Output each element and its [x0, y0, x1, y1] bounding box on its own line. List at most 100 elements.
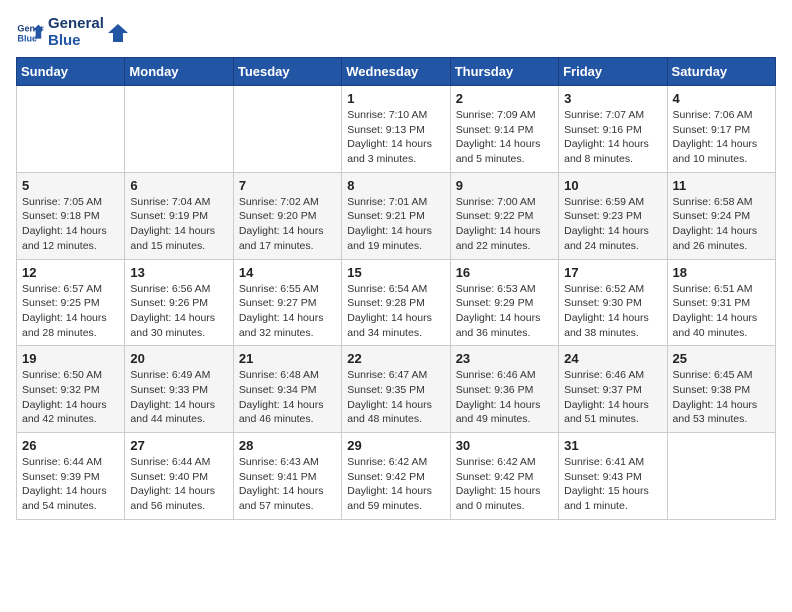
calendar-cell: 27 Sunrise: 6:44 AM Sunset: 9:40 PM Dayli…	[125, 433, 233, 520]
calendar-table: SundayMondayTuesdayWednesdayThursdayFrid…	[16, 57, 776, 520]
weekday-header-sunday: Sunday	[17, 58, 125, 86]
day-number: 19	[22, 351, 119, 366]
day-info: Sunrise: 6:51 AM Sunset: 9:31 PM Dayligh…	[673, 282, 770, 341]
calendar-cell: 10 Sunrise: 6:59 AM Sunset: 9:23 PM Dayli…	[559, 172, 667, 259]
calendar-cell: 23Sunrise: 6:46 AM Sunset: 9:36 PM Dayli…	[450, 346, 558, 433]
day-info: Sunrise: 6:59 AM Sunset: 9:23 PM Dayligh…	[564, 195, 661, 254]
calendar-week-row: 5Sunrise: 7:05 AM Sunset: 9:18 PM Daylig…	[17, 172, 776, 259]
calendar-cell: 25Sunrise: 6:45 AM Sunset: 9:38 PM Dayli…	[667, 346, 775, 433]
calendar-cell: 20 Sunrise: 6:49 AM Sunset: 9:33 PM Dayli…	[125, 346, 233, 433]
day-info: Sunrise: 6:42 AM Sunset: 9:42 PM Dayligh…	[456, 455, 553, 514]
calendar-cell: 9 Sunrise: 7:00 AM Sunset: 9:22 PM Daylig…	[450, 172, 558, 259]
day-info: Sunrise: 6:44 AM Sunset: 9:40 PM Dayligh…	[130, 455, 227, 514]
day-info: Sunrise: 7:01 AM Sunset: 9:21 PM Dayligh…	[347, 195, 444, 254]
day-info: Sunrise: 6:44 AM Sunset: 9:39 PM Dayligh…	[22, 455, 119, 514]
calendar-cell	[17, 86, 125, 173]
weekday-header-saturday: Saturday	[667, 58, 775, 86]
calendar-week-row: 26 Sunrise: 6:44 AM Sunset: 9:39 PM Dayli…	[17, 433, 776, 520]
day-info: Sunrise: 6:52 AM Sunset: 9:30 PM Dayligh…	[564, 282, 661, 341]
day-info: Sunrise: 6:48 AM Sunset: 9:34 PM Dayligh…	[239, 368, 336, 427]
calendar-cell: 13 Sunrise: 6:56 AM Sunset: 9:26 PM Dayli…	[125, 259, 233, 346]
calendar-cell: 5Sunrise: 7:05 AM Sunset: 9:18 PM Daylig…	[17, 172, 125, 259]
calendar-cell	[667, 433, 775, 520]
day-info: Sunrise: 7:00 AM Sunset: 9:22 PM Dayligh…	[456, 195, 553, 254]
day-number: 20	[130, 351, 227, 366]
day-number: 1	[347, 91, 444, 106]
calendar-cell: 31 Sunrise: 6:41 AM Sunset: 9:43 PM Dayli…	[559, 433, 667, 520]
svg-text:Blue: Blue	[17, 33, 37, 43]
day-number: 18	[673, 265, 770, 280]
day-number: 6	[130, 178, 227, 193]
calendar-cell: 12 Sunrise: 6:57 AM Sunset: 9:25 PM Dayli…	[17, 259, 125, 346]
logo-arrow-icon	[108, 22, 130, 44]
day-number: 17	[564, 265, 661, 280]
day-info: Sunrise: 6:45 AM Sunset: 9:38 PM Dayligh…	[673, 368, 770, 427]
calendar-cell: 18 Sunrise: 6:51 AM Sunset: 9:31 PM Dayli…	[667, 259, 775, 346]
day-info: Sunrise: 6:46 AM Sunset: 9:37 PM Dayligh…	[564, 368, 661, 427]
day-info: Sunrise: 6:58 AM Sunset: 9:24 PM Dayligh…	[673, 195, 770, 254]
day-info: Sunrise: 7:10 AM Sunset: 9:13 PM Dayligh…	[347, 108, 444, 167]
day-info: Sunrise: 6:50 AM Sunset: 9:32 PM Dayligh…	[22, 368, 119, 427]
day-number: 9	[456, 178, 553, 193]
day-number: 12	[22, 265, 119, 280]
calendar-cell: 28 Sunrise: 6:43 AM Sunset: 9:41 PM Dayli…	[233, 433, 341, 520]
day-number: 28	[239, 438, 336, 453]
day-number: 14	[239, 265, 336, 280]
day-number: 11	[673, 178, 770, 193]
day-number: 24	[564, 351, 661, 366]
calendar-cell: 29Sunrise: 6:42 AM Sunset: 9:42 PM Dayli…	[342, 433, 450, 520]
day-info: Sunrise: 7:05 AM Sunset: 9:18 PM Dayligh…	[22, 195, 119, 254]
day-info: Sunrise: 7:07 AM Sunset: 9:16 PM Dayligh…	[564, 108, 661, 167]
day-info: Sunrise: 7:09 AM Sunset: 9:14 PM Dayligh…	[456, 108, 553, 167]
calendar-cell: 8 Sunrise: 7:01 AM Sunset: 9:21 PM Daylig…	[342, 172, 450, 259]
calendar-header-row: SundayMondayTuesdayWednesdayThursdayFrid…	[17, 58, 776, 86]
calendar-cell: 17 Sunrise: 6:52 AM Sunset: 9:30 PM Dayli…	[559, 259, 667, 346]
calendar-week-row: 19 Sunrise: 6:50 AM Sunset: 9:32 PM Dayli…	[17, 346, 776, 433]
day-number: 8	[347, 178, 444, 193]
day-info: Sunrise: 6:56 AM Sunset: 9:26 PM Dayligh…	[130, 282, 227, 341]
day-number: 22	[347, 351, 444, 366]
day-info: Sunrise: 7:06 AM Sunset: 9:17 PM Dayligh…	[673, 108, 770, 167]
logo: General Blue General Blue	[16, 16, 130, 49]
day-number: 26	[22, 438, 119, 453]
calendar-cell: 11 Sunrise: 6:58 AM Sunset: 9:24 PM Dayli…	[667, 172, 775, 259]
calendar-cell: 21 Sunrise: 6:48 AM Sunset: 9:34 PM Dayli…	[233, 346, 341, 433]
day-number: 2	[456, 91, 553, 106]
day-info: Sunrise: 6:43 AM Sunset: 9:41 PM Dayligh…	[239, 455, 336, 514]
day-info: Sunrise: 6:53 AM Sunset: 9:29 PM Dayligh…	[456, 282, 553, 341]
day-number: 29	[347, 438, 444, 453]
day-number: 3	[564, 91, 661, 106]
weekday-header-monday: Monday	[125, 58, 233, 86]
calendar-week-row: 12 Sunrise: 6:57 AM Sunset: 9:25 PM Dayli…	[17, 259, 776, 346]
calendar-cell: 22Sunrise: 6:47 AM Sunset: 9:35 PM Dayli…	[342, 346, 450, 433]
calendar-cell: 2 Sunrise: 7:09 AM Sunset: 9:14 PM Daylig…	[450, 86, 558, 173]
calendar-cell: 4Sunrise: 7:06 AM Sunset: 9:17 PM Daylig…	[667, 86, 775, 173]
weekday-header-wednesday: Wednesday	[342, 58, 450, 86]
day-info: Sunrise: 6:54 AM Sunset: 9:28 PM Dayligh…	[347, 282, 444, 341]
weekday-header-thursday: Thursday	[450, 58, 558, 86]
day-info: Sunrise: 6:55 AM Sunset: 9:27 PM Dayligh…	[239, 282, 336, 341]
calendar-cell	[125, 86, 233, 173]
calendar-week-row: 1 Sunrise: 7:10 AM Sunset: 9:13 PM Daylig…	[17, 86, 776, 173]
day-number: 31	[564, 438, 661, 453]
day-info: Sunrise: 6:41 AM Sunset: 9:43 PM Dayligh…	[564, 455, 661, 514]
weekday-header-friday: Friday	[559, 58, 667, 86]
calendar-cell	[233, 86, 341, 173]
calendar-cell: 14 Sunrise: 6:55 AM Sunset: 9:27 PM Dayli…	[233, 259, 341, 346]
day-info: Sunrise: 6:57 AM Sunset: 9:25 PM Dayligh…	[22, 282, 119, 341]
logo-icon: General Blue	[16, 19, 44, 47]
day-info: Sunrise: 7:02 AM Sunset: 9:20 PM Dayligh…	[239, 195, 336, 254]
day-number: 21	[239, 351, 336, 366]
day-number: 10	[564, 178, 661, 193]
day-number: 27	[130, 438, 227, 453]
calendar-cell: 30Sunrise: 6:42 AM Sunset: 9:42 PM Dayli…	[450, 433, 558, 520]
logo-general: General	[48, 16, 104, 33]
page-header: General Blue General Blue	[16, 16, 776, 49]
calendar-cell: 26 Sunrise: 6:44 AM Sunset: 9:39 PM Dayli…	[17, 433, 125, 520]
logo-blue: Blue	[48, 33, 104, 50]
calendar-cell: 19 Sunrise: 6:50 AM Sunset: 9:32 PM Dayli…	[17, 346, 125, 433]
day-info: Sunrise: 6:49 AM Sunset: 9:33 PM Dayligh…	[130, 368, 227, 427]
day-number: 16	[456, 265, 553, 280]
day-number: 15	[347, 265, 444, 280]
day-number: 13	[130, 265, 227, 280]
